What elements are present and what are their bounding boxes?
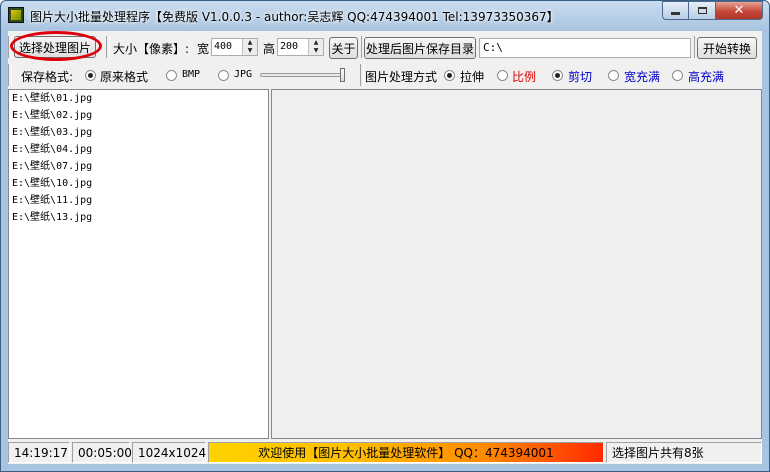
method-stretch-radio[interactable] xyxy=(444,70,455,81)
height-spin-arrows: ▲ ▼ xyxy=(308,39,323,55)
output-dir-field[interactable]: C:\ xyxy=(479,38,691,58)
list-item[interactable]: E:\壁纸\10.jpg xyxy=(9,175,268,192)
minimize-icon xyxy=(671,12,680,15)
title-bar[interactable]: 图片大小批量处理程序【免费版 V1.0.0.3 - author:吴志辉 QQ:… xyxy=(1,1,769,31)
format-jpg-label[interactable]: JPG xyxy=(234,69,252,80)
list-item[interactable]: E:\壁纸\07.jpg xyxy=(9,158,268,175)
method-ratio-label[interactable]: 比例 xyxy=(512,68,536,85)
method-fill-width-radio[interactable] xyxy=(608,70,619,81)
height-label: 高 xyxy=(263,42,276,56)
format-original-radio[interactable] xyxy=(85,70,96,81)
height-value: 200 xyxy=(280,41,299,52)
minimize-button[interactable] xyxy=(662,1,689,20)
format-label: 保存格式: xyxy=(21,70,74,84)
method-stretch-label[interactable]: 拉伸 xyxy=(460,68,484,85)
format-bmp-label[interactable]: BMP xyxy=(182,69,200,80)
toolbar-row-2: 保存格式: 原来格式 BMP JPG 图片处理方式 拉伸 比例 剪切 宽充满 高… xyxy=(8,63,762,87)
quality-slider-thumb[interactable] xyxy=(340,68,345,82)
method-label: 图片处理方式 xyxy=(365,70,438,84)
toolbar-row-1: 选择处理图片 大小【像素】: 宽 400 ▲ ▼ 高 200 ▲ ▼ 关于 处理… xyxy=(8,31,762,61)
method-crop-label[interactable]: 剪切 xyxy=(568,68,592,85)
toolbar-separator xyxy=(8,36,12,58)
close-icon: ✕ xyxy=(733,3,745,18)
spin-down-icon[interactable]: ▼ xyxy=(243,47,257,55)
list-item[interactable]: E:\壁纸\13.jpg xyxy=(9,209,268,226)
output-dir-button[interactable]: 处理后图片保存目录 xyxy=(364,37,476,59)
list-item[interactable]: E:\壁纸\04.jpg xyxy=(9,141,268,158)
spin-down-icon[interactable]: ▼ xyxy=(309,47,323,55)
list-item[interactable]: E:\壁纸\11.jpg xyxy=(9,192,268,209)
maximize-icon xyxy=(697,7,707,14)
spin-up-icon[interactable]: ▲ xyxy=(243,39,257,47)
image-preview-panel xyxy=(271,89,762,439)
method-fill-height-radio[interactable] xyxy=(672,70,683,81)
format-original-label[interactable]: 原来格式 xyxy=(100,68,148,85)
toolbar-separator xyxy=(8,64,12,86)
maximize-button[interactable] xyxy=(689,1,716,20)
method-fill-height-label[interactable]: 高充满 xyxy=(688,68,724,85)
status-elapsed: 00:05:00 xyxy=(72,442,132,463)
format-bmp-radio[interactable] xyxy=(166,70,177,81)
method-crop-radio[interactable] xyxy=(552,70,563,81)
list-item[interactable]: E:\壁纸\02.jpg xyxy=(9,107,268,124)
list-item[interactable]: E:\壁纸\01.jpg xyxy=(9,90,268,107)
quality-slider-track[interactable] xyxy=(260,73,344,77)
method-ratio-radio[interactable] xyxy=(497,70,508,81)
format-jpg-radio[interactable] xyxy=(218,70,229,81)
width-value: 400 xyxy=(214,41,233,52)
client-area: 选择处理图片 大小【像素】: 宽 400 ▲ ▼ 高 200 ▲ ▼ 关于 处理… xyxy=(8,31,762,464)
method-fill-width-label[interactable]: 宽充满 xyxy=(624,68,660,85)
width-label: 宽 xyxy=(197,42,210,56)
spin-up-icon[interactable]: ▲ xyxy=(309,39,323,47)
height-spinner[interactable]: 200 ▲ ▼ xyxy=(277,38,324,56)
status-time: 14:19:17 xyxy=(8,442,70,463)
size-label: 大小【像素】: xyxy=(113,42,190,56)
status-resolution: 1024x1024 xyxy=(132,442,206,463)
toolbar-separator xyxy=(106,36,110,58)
main-window: 图片大小批量处理程序【免费版 V1.0.0.3 - author:吴志辉 QQ:… xyxy=(0,0,770,472)
window-controls: ✕ xyxy=(662,1,763,21)
width-spin-arrows: ▲ ▼ xyxy=(242,39,257,55)
about-button[interactable]: 关于 xyxy=(329,37,358,59)
select-images-button[interactable]: 选择处理图片 xyxy=(14,36,96,58)
close-button[interactable]: ✕ xyxy=(716,1,763,20)
status-welcome-banner: 欢迎使用【图片大小批量处理软件】 QQ：474394001 xyxy=(208,442,604,463)
width-spinner[interactable]: 400 ▲ ▼ xyxy=(211,38,258,56)
file-list[interactable]: E:\壁纸\01.jpg E:\壁纸\02.jpg E:\壁纸\03.jpg E… xyxy=(8,89,269,439)
start-convert-button[interactable]: 开始转换 xyxy=(697,37,757,59)
window-title: 图片大小批量处理程序【免费版 V1.0.0.3 - author:吴志辉 QQ:… xyxy=(30,10,559,24)
list-item[interactable]: E:\壁纸\03.jpg xyxy=(9,124,268,141)
status-image-count: 选择图片共有8张 xyxy=(606,442,762,463)
toolbar-separator xyxy=(360,64,364,86)
status-bar: 14:19:17 00:05:00 1024x1024 欢迎使用【图片大小批量处… xyxy=(8,441,762,464)
app-icon[interactable] xyxy=(8,7,24,23)
